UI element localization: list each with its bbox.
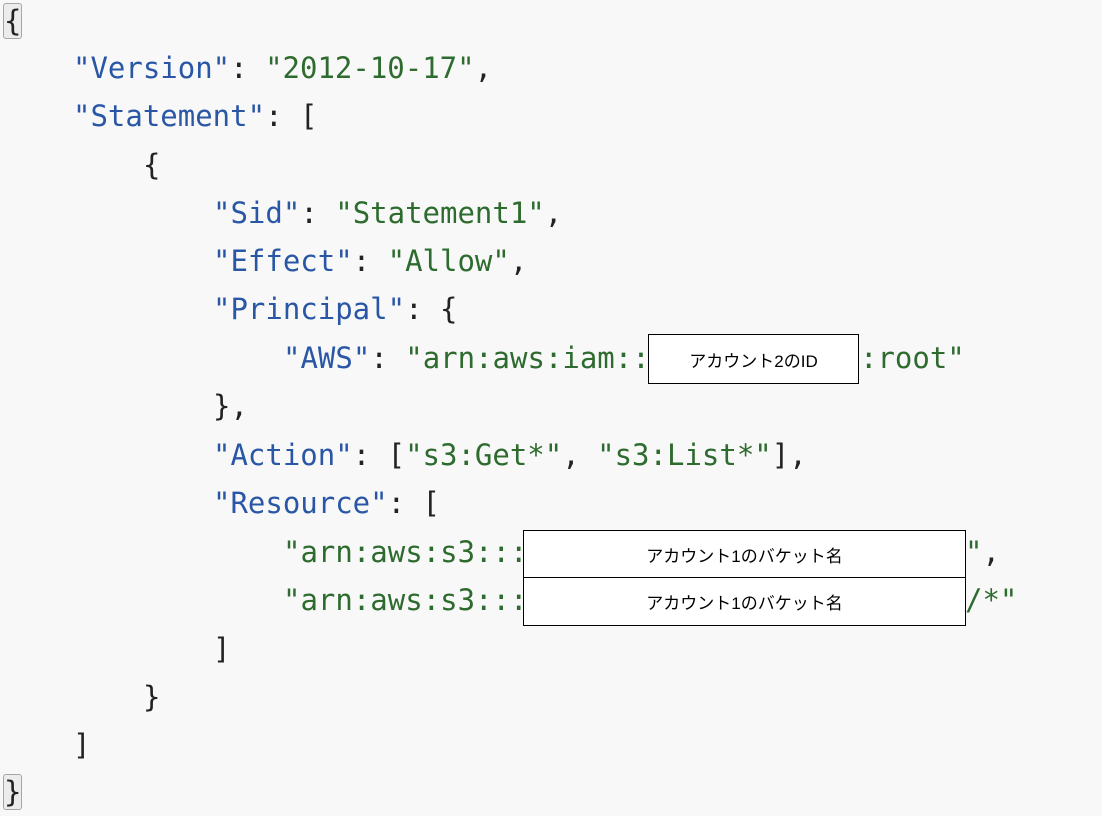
code-line-resource-close: ]: [213, 625, 230, 673]
code-line-sid: "Sid": "Statement1",: [213, 189, 562, 237]
object-open-brace: {: [143, 148, 161, 182]
resource-sep: : [: [387, 486, 440, 520]
resource-key: "Resource": [213, 486, 388, 520]
principal-sep: : {: [405, 292, 458, 326]
code-line-1: {: [2, 0, 23, 45]
code-line-statement-close: ]: [73, 721, 90, 769]
resource-close: ]: [213, 632, 231, 666]
code-line-version: "Version": "2012-10-17",: [73, 44, 492, 92]
code-line-aws-suffix: :root": [860, 334, 965, 382]
version-value: "2012-10-17": [265, 51, 475, 85]
code-line-resource-1-suffix: ",: [965, 528, 1000, 576]
bucket-name-placeholder-1: アカウント1のバケット名: [523, 530, 966, 578]
object-close-brace: }: [143, 680, 161, 714]
code-line-principal: "Principal": {: [213, 285, 457, 333]
resource-1-comma: ,: [982, 535, 1000, 569]
statement-key: "Statement": [73, 99, 266, 133]
code-line-action: "Action": ["s3:Get*", "s3:List*"],: [213, 431, 807, 479]
version-sep: :: [230, 51, 266, 85]
action-key: "Action": [213, 438, 353, 472]
bucket-name-placeholder-2: アカウント1のバケット名: [523, 577, 966, 626]
version-comma: ,: [474, 51, 493, 85]
principal-close: },: [213, 389, 248, 423]
resource-2-suffix: /*": [965, 583, 1018, 617]
open-brace: {: [2, 3, 23, 39]
principal-key: "Principal": [213, 292, 406, 326]
code-line-resource-1: "arn:aws:s3:::: [283, 528, 527, 576]
code-line-resource: "Resource": [: [213, 479, 440, 527]
json-code-view: { "Version": "2012-10-17", "Statement": …: [0, 0, 1102, 814]
aws-sep: :: [370, 341, 406, 375]
sid-comma: ,: [544, 196, 563, 230]
aws-key: "AWS": [283, 341, 371, 375]
action-sep: : [: [352, 438, 406, 472]
code-line-open-object: {: [143, 141, 160, 189]
statement-close: ]: [73, 728, 91, 762]
sid-sep: :: [300, 196, 336, 230]
code-line-resource-2: "arn:aws:s3:::: [283, 576, 527, 624]
action-close: ],: [771, 438, 807, 472]
code-line-object-close: }: [143, 673, 160, 721]
effect-value: "Allow": [387, 244, 510, 278]
code-line-effect: "Effect": "Allow",: [213, 237, 527, 285]
sid-value: "Statement1": [335, 196, 545, 230]
code-line-last: }: [2, 768, 23, 816]
effect-comma: ,: [509, 244, 528, 278]
bucket-name-label-2: アカウント1のバケット名: [646, 594, 843, 613]
aws-arn-prefix: "arn:aws:iam::: [405, 341, 650, 375]
close-brace: }: [2, 774, 23, 810]
code-line-principal-close: },: [213, 382, 248, 430]
resource-1-suffix: ": [965, 535, 983, 569]
account2-id-label: アカウント2のID: [689, 351, 818, 371]
effect-key: "Effect": [213, 244, 353, 278]
account2-id-placeholder: アカウント2のID: [648, 334, 859, 384]
action-comma: ,: [562, 438, 598, 472]
aws-arn-suffix: :root": [860, 341, 965, 375]
effect-sep: :: [352, 244, 388, 278]
resource-1-prefix: "arn:aws:s3:::: [283, 535, 528, 569]
version-key: "Version": [73, 51, 231, 85]
resource-2-prefix: "arn:aws:s3:::: [283, 583, 528, 617]
action-value-list: "s3:List*": [597, 438, 772, 472]
sid-key: "Sid": [213, 196, 301, 230]
bucket-name-label-1: アカウント1のバケット名: [646, 546, 843, 566]
action-value-get: "s3:Get*": [405, 438, 563, 472]
code-line-statement: "Statement": [: [73, 92, 317, 140]
code-line-aws: "AWS": "arn:aws:iam::: [283, 334, 650, 382]
statement-sep: : [: [265, 99, 318, 133]
code-line-resource-2-suffix: /*": [965, 576, 1017, 624]
